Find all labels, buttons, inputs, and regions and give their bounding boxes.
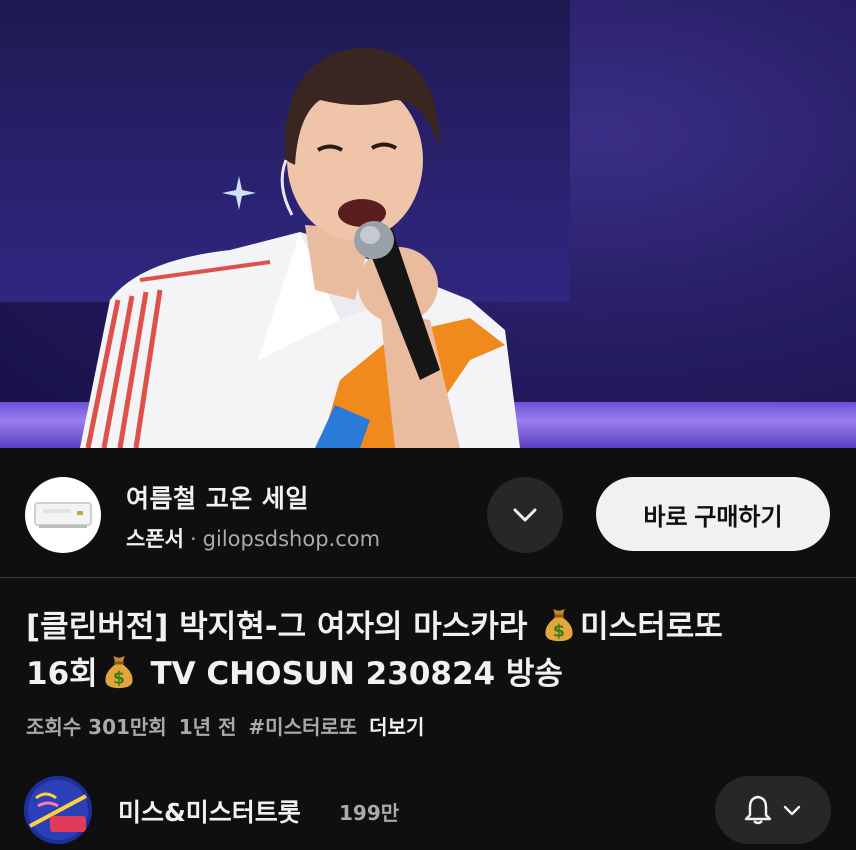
upload-age: 1년 전 bbox=[178, 715, 237, 739]
hashtag-link[interactable]: #미스터로또 bbox=[248, 715, 357, 739]
svg-text:$: $ bbox=[113, 668, 125, 688]
channel-avatar[interactable] bbox=[24, 776, 92, 844]
separator: · bbox=[189, 527, 197, 551]
sponsor-label: 스폰서 bbox=[126, 527, 184, 551]
more-link[interactable]: 더보기 bbox=[369, 715, 424, 739]
product-image bbox=[34, 502, 92, 528]
ad-title[interactable]: 여름철 고온 세일 bbox=[126, 479, 309, 515]
ad-subtitle: 스폰서 · gilopsdshop.com bbox=[126, 523, 380, 553]
video-player[interactable] bbox=[0, 0, 856, 448]
svg-text:$: $ bbox=[553, 621, 565, 641]
title-text-3: 16회 bbox=[26, 656, 98, 692]
view-count: 조회수 301만회 bbox=[26, 715, 167, 739]
ad-expand-button[interactable] bbox=[487, 477, 563, 553]
channel-logo bbox=[24, 776, 92, 844]
chevron-down-icon bbox=[513, 508, 537, 522]
chevron-down-icon bbox=[783, 805, 801, 816]
subscriber-count: 199만 bbox=[339, 801, 400, 825]
money-bag-icon: $ bbox=[545, 608, 573, 641]
video-meta: 조회수 301만회 1년 전 #미스터로또 더보기 bbox=[26, 711, 436, 740]
buy-now-button[interactable]: 바로 구매하기 bbox=[596, 477, 830, 551]
bell-icon bbox=[744, 795, 772, 825]
title-text-1: [클린버전] 박지현-그 여자의 마스카라 bbox=[26, 609, 539, 645]
notification-button[interactable] bbox=[715, 776, 831, 844]
video-title[interactable]: [클린버전] 박지현-그 여자의 마스카라 $ 미스터로또 16회 $ TV CH… bbox=[26, 604, 836, 698]
money-bag-icon: $ bbox=[105, 655, 133, 688]
channel-name[interactable]: 미스&미스터트롯 bbox=[118, 793, 301, 829]
ad-domain: gilopsdshop.com bbox=[202, 527, 381, 551]
title-text-2: 미스터로또 bbox=[580, 609, 723, 645]
title-text-4: TV CHOSUN 230824 방송 bbox=[139, 656, 563, 692]
performer-image bbox=[80, 47, 520, 448]
ad-thumbnail[interactable] bbox=[25, 477, 101, 553]
